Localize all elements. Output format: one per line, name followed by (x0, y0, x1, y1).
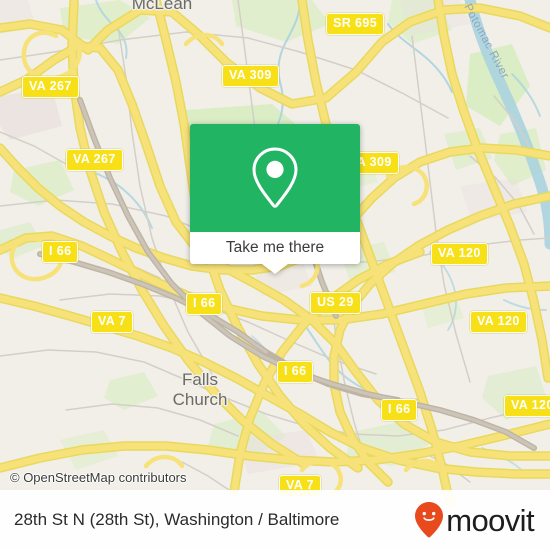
destination-callout-card[interactable]: Take me there (190, 124, 360, 274)
callout-tail (262, 264, 288, 274)
place-label-mclean: McLean (131, 0, 193, 13)
shield-va-120-c[interactable]: VA 120 (504, 395, 550, 417)
moovit-brand[interactable]: moovit (414, 501, 535, 539)
shield-us-29[interactable]: US 29 (310, 292, 361, 314)
moovit-pin-icon (415, 502, 444, 538)
shield-i-66-left[interactable]: I 66 (42, 241, 79, 263)
shield-va-120-b[interactable]: VA 120 (470, 311, 527, 333)
shield-i-66-center[interactable]: I 66 (277, 361, 314, 383)
callout-card-header (190, 124, 360, 232)
osm-attribution[interactable]: © OpenStreetMap contributors (10, 470, 187, 485)
take-me-there-label: Take me there (225, 239, 325, 256)
shield-va-7-left[interactable]: VA 7 (91, 311, 133, 333)
shield-i-66-mid[interactable]: I 66 (186, 293, 223, 315)
map-screenshot: McLean Falls Church Potomac River SR 695… (0, 0, 550, 550)
shield-va-267-mid[interactable]: VA 267 (66, 149, 123, 171)
shield-va-267-top[interactable]: VA 267 (22, 76, 79, 98)
shield-sr-695[interactable]: SR 695 (326, 13, 385, 35)
take-me-there-button[interactable]: Take me there (190, 232, 360, 264)
location-title: 28th St N (28th St), Washington / Baltim… (14, 510, 340, 529)
shield-i-66-right[interactable]: I 66 (381, 399, 418, 421)
location-pin-icon (252, 147, 298, 208)
shield-va-309-top[interactable]: VA 309 (222, 65, 279, 87)
map-canvas[interactable]: McLean Falls Church Potomac River SR 695… (0, 0, 550, 550)
shield-va-120-a[interactable]: VA 120 (431, 243, 488, 265)
footer-bar: 28th St N (28th St), Washington / Baltim… (0, 490, 550, 550)
moovit-wordmark: moovit (446, 502, 534, 538)
place-label-falls-church: Falls Church (172, 370, 228, 409)
